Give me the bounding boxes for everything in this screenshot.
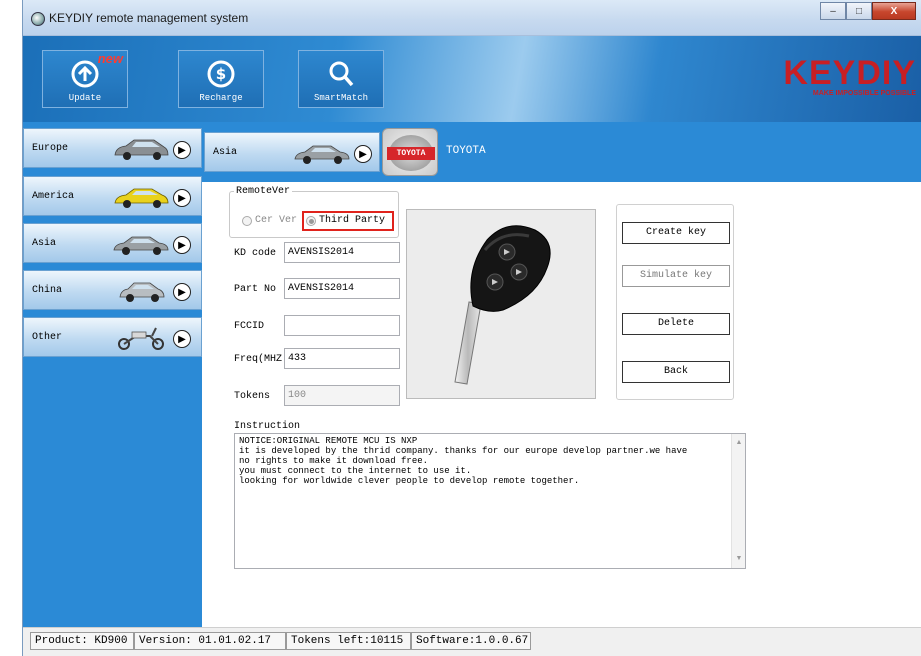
back-button[interactable]: Back bbox=[622, 361, 730, 383]
tokens-field bbox=[284, 385, 400, 406]
yellow-car-icon bbox=[114, 188, 169, 208]
scroll-up-arrow-icon[interactable]: ▲ bbox=[732, 436, 746, 450]
logo-text: KEYDIY bbox=[783, 54, 916, 92]
arrow-up-circle-icon bbox=[71, 60, 99, 88]
dollar-circle-icon: $ bbox=[207, 60, 235, 88]
remote-detail-form: RemoteVer Cer Ver Third Party KD code Pa… bbox=[202, 182, 921, 627]
maximize-button[interactable]: □ bbox=[846, 2, 872, 20]
part-no-label: Part No bbox=[234, 284, 277, 295]
instruction-label: Instruction bbox=[234, 421, 301, 432]
keydiy-logo: KEYDIY MAKE IMPOSSIBLE POSSIBLE bbox=[783, 56, 916, 97]
brand-badge-text: TOYOTA bbox=[387, 147, 435, 160]
instruction-scrollbar[interactable]: ▲ ▼ bbox=[731, 434, 745, 568]
toyota-logo-button[interactable]: TOYOTA bbox=[382, 128, 438, 176]
scroll-down-arrow-icon[interactable]: ▼ bbox=[732, 552, 746, 566]
sidebar-item-other[interactable]: Other ▶ bbox=[23, 317, 202, 357]
region-label: Asia bbox=[213, 147, 238, 158]
sedan-car-icon bbox=[113, 236, 169, 255]
remote-key-image bbox=[406, 209, 596, 399]
window-controls: – □ X bbox=[820, 2, 916, 20]
status-bar: Product: KD900 Version: 01.01.02.17 Toke… bbox=[23, 627, 921, 656]
chevron-right-icon: ▶ bbox=[173, 236, 191, 254]
delete-button[interactable]: Delete bbox=[622, 313, 730, 335]
status-product: Product: KD900 bbox=[30, 632, 134, 650]
sidebar-item-asia[interactable]: Asia ▶ bbox=[23, 223, 202, 263]
svg-text:$: $ bbox=[216, 65, 226, 83]
hatchback-car-icon bbox=[114, 139, 169, 160]
brand-header: Asia ▶ TOYOTA TOYOTA bbox=[202, 122, 921, 182]
chevron-right-icon: ▶ bbox=[173, 141, 191, 159]
new-badge: new bbox=[97, 51, 123, 66]
sedan-car-icon bbox=[294, 145, 350, 164]
radio-cer-ver-label: Cer Ver bbox=[255, 215, 298, 226]
simulate-key-button[interactable]: Simulate key bbox=[622, 265, 730, 287]
window-title: KEYDIY remote management system bbox=[49, 11, 249, 25]
app-icon bbox=[31, 12, 45, 26]
close-button[interactable]: X bbox=[872, 2, 916, 20]
create-key-button[interactable]: Create key bbox=[622, 222, 730, 244]
status-version: Version: 01.01.02.17 bbox=[134, 632, 286, 650]
current-region-tab[interactable]: Asia ▶ bbox=[204, 132, 380, 172]
highlight-box bbox=[302, 211, 394, 231]
flip-key-icon bbox=[454, 225, 551, 385]
smartmatch-button[interactable]: SmartMatch bbox=[298, 50, 384, 108]
smartmatch-label: SmartMatch bbox=[313, 93, 368, 103]
app-window: KEYDIY remote management system – □ X ne… bbox=[22, 0, 921, 656]
small-car-icon bbox=[119, 282, 165, 302]
update-label: Update bbox=[68, 93, 102, 103]
sidebar-item-label: Asia bbox=[32, 238, 57, 249]
instruction-text: NOTICE:ORIGINAL REMOTE MCU IS NXP it is … bbox=[239, 436, 688, 486]
title-bar[interactable]: KEYDIY remote management system – □ X bbox=[23, 0, 921, 36]
remotever-legend: RemoteVer bbox=[236, 186, 291, 197]
status-tokens-left: Tokens left:10115 bbox=[286, 632, 411, 650]
recharge-button[interactable]: $ Recharge bbox=[178, 50, 264, 108]
recharge-label: Recharge bbox=[199, 93, 243, 103]
sidebar-item-america[interactable]: America ▶ bbox=[23, 176, 202, 216]
freq-label: Freq(MHZ bbox=[234, 354, 283, 365]
part-no-field[interactable] bbox=[284, 278, 400, 299]
scooter-icon bbox=[118, 327, 164, 350]
status-software: Software:1.0.0.67 bbox=[411, 632, 531, 650]
minimize-button[interactable]: – bbox=[820, 2, 846, 20]
instruction-textarea[interactable]: NOTICE:ORIGINAL REMOTE MCU IS NXP it is … bbox=[234, 433, 746, 569]
fccid-label: FCCID bbox=[234, 321, 265, 332]
freq-field[interactable] bbox=[284, 348, 400, 369]
chevron-right-icon: ▶ bbox=[173, 330, 191, 348]
kd-code-label: KD code bbox=[234, 248, 277, 259]
tokens-label: Tokens bbox=[234, 391, 271, 402]
chevron-right-icon: ▶ bbox=[354, 145, 372, 163]
sidebar-item-china[interactable]: China ▶ bbox=[23, 270, 202, 310]
toolbar-banner: new Update $ Recharge SmartMatch KEYDIY … bbox=[23, 36, 921, 122]
fccid-field[interactable] bbox=[284, 315, 400, 336]
sidebar-item-label: Europe bbox=[32, 143, 69, 154]
sidebar-item-label: China bbox=[32, 285, 63, 296]
action-button-group: Create key Simulate key Delete Back bbox=[616, 204, 734, 400]
radio-dot bbox=[242, 215, 252, 226]
main-panel: Asia ▶ TOYOTA TOYOTA RemoteVer Cer Ver T… bbox=[202, 122, 921, 627]
sidebar-item-label: America bbox=[32, 191, 75, 202]
chevron-right-icon: ▶ bbox=[173, 283, 191, 301]
sidebar-item-europe[interactable]: Europe ▶ bbox=[23, 128, 202, 168]
chevron-right-icon: ▶ bbox=[173, 189, 191, 207]
kd-code-field[interactable] bbox=[284, 242, 400, 263]
region-sidebar: Europe ▶ America ▶ Asia ▶ China ▶ Other … bbox=[23, 122, 202, 627]
radio-cer-ver[interactable]: Cer Ver bbox=[242, 215, 297, 226]
update-button[interactable]: new Update bbox=[42, 50, 128, 108]
sidebar-item-label: Other bbox=[32, 332, 63, 343]
magnifier-icon bbox=[329, 61, 354, 87]
brand-name: TOYOTA bbox=[446, 145, 486, 157]
